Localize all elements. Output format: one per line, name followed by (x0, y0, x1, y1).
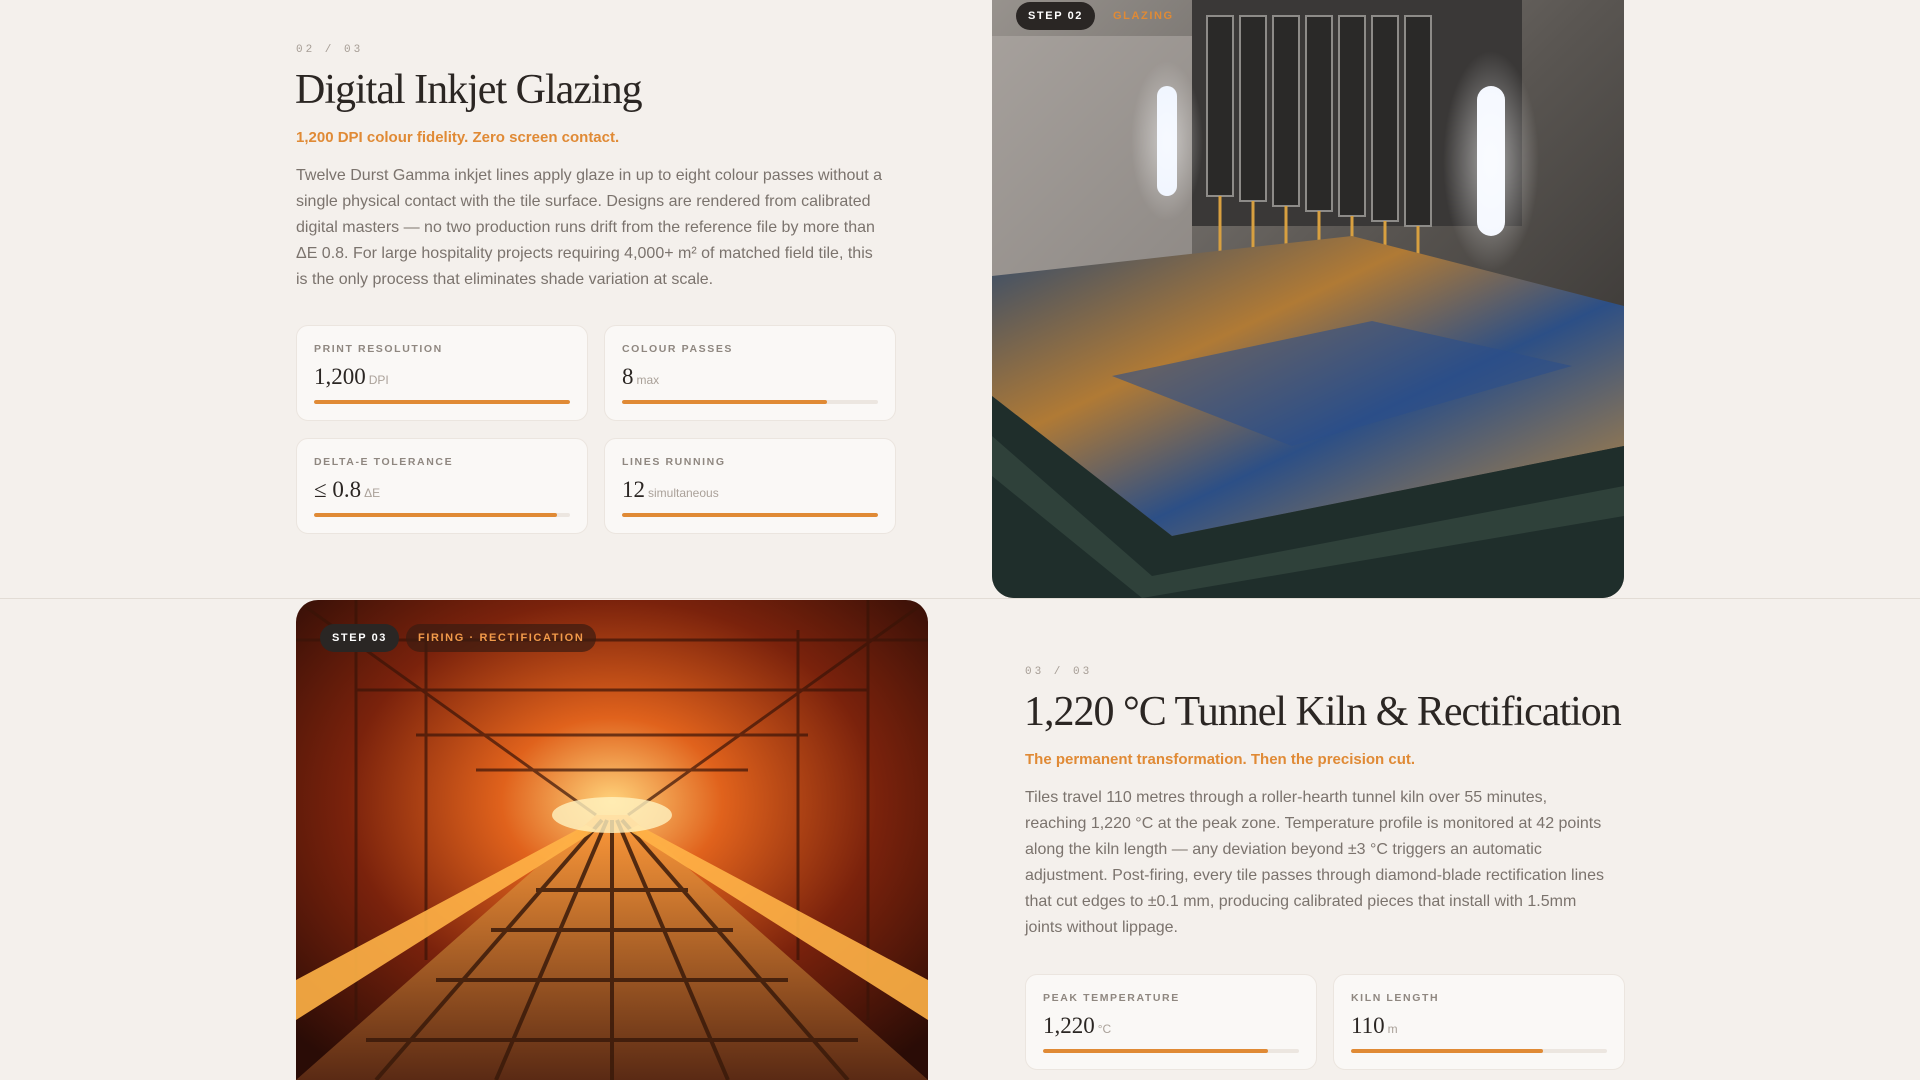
section-subtitle: 1,200 DPI colour fidelity. Zero screen c… (296, 129, 620, 146)
section-title: Digital Inkjet Glazing (295, 67, 643, 113)
stat-progress-fill (622, 513, 878, 517)
inkjet-illustration (992, 0, 1624, 598)
stat-progress-bar (1351, 1049, 1607, 1053)
stat-label: LINES RUNNING (622, 456, 726, 468)
step-badge: STEP 02 (1016, 2, 1096, 30)
stat-value: 12 (622, 477, 645, 502)
stat-value: 1,200 (314, 364, 366, 389)
stat-progress-fill (622, 400, 827, 404)
section-body: Tiles travel 110 metres through a roller… (1025, 789, 1604, 936)
stat-progress-fill (314, 513, 558, 517)
stat-progress-bar (622, 400, 878, 404)
stat-label: PEAK TEMPERATURE (1043, 992, 1180, 1004)
inkjet-printer-image (992, 0, 1624, 598)
stat-value: 8 (622, 364, 634, 389)
stat-card-kiln-length: KILN LENGTH 110 m (1333, 974, 1625, 1070)
stat-progress-bar (622, 513, 878, 517)
stat-progress-fill (1351, 1049, 1543, 1053)
stat-progress-fill (314, 400, 570, 404)
section-body: Twelve Durst Gamma inkjet lines apply gl… (296, 167, 883, 288)
stat-value: ≤ 0.8 (314, 477, 362, 502)
stat-value: 110 (1351, 1013, 1385, 1038)
stat-unit: max (636, 373, 660, 387)
section-subtitle: The permanent transformation. Then the p… (1025, 751, 1416, 768)
stat-label: KILN LENGTH (1351, 992, 1440, 1004)
stat-unit: DPI (368, 373, 389, 387)
step-counter: 03 / 03 (1025, 666, 1093, 678)
stat-card-print-resolution: PRINT RESOLUTION 1,200 DPI (296, 325, 588, 421)
stat-progress-fill (1043, 1049, 1269, 1053)
stat-label: COLOUR PASSES (622, 343, 734, 355)
stat-label: PRINT RESOLUTION (314, 343, 443, 355)
stat-label: DELTA-E TOLERANCE (314, 456, 454, 468)
stat-value: 1,220 (1043, 1013, 1095, 1038)
step-badge: STEP 03 (320, 624, 400, 652)
tunnel-kiln-image (296, 600, 928, 1080)
kiln-illustration (296, 600, 928, 1080)
stat-card-delta-e: DELTA-E TOLERANCE ≤ 0.8 ΔE (296, 438, 588, 534)
stat-progress-bar (1043, 1049, 1299, 1053)
step-tag: GLAZING (1113, 10, 1174, 22)
stat-unit: ΔE (364, 486, 381, 500)
stat-card-colour-passes: COLOUR PASSES 8 max (604, 325, 896, 421)
stat-card-peak-temperature: PEAK TEMPERATURE 1,220 °C (1025, 974, 1317, 1070)
stat-card-lines-running: LINES RUNNING 12 simultaneous (604, 438, 896, 534)
step-03-section: STEP 03 FIRING · RECTIFICATION 03 / 03 1… (0, 599, 1920, 1080)
stat-unit: m (1387, 1022, 1398, 1036)
stat-unit: simultaneous (648, 486, 719, 500)
step-counter: 02 / 03 (296, 44, 364, 56)
stat-unit: °C (1097, 1022, 1112, 1036)
stat-progress-bar (314, 513, 570, 517)
stat-progress-bar (314, 400, 570, 404)
step-tag: FIRING · RECTIFICATION (406, 624, 597, 652)
step-02-section: 02 / 03 Digital Inkjet Glazing 1,200 DPI… (0, 0, 1920, 598)
section-title: 1,220 °C Tunnel Kiln & Rectification (1024, 689, 1622, 735)
